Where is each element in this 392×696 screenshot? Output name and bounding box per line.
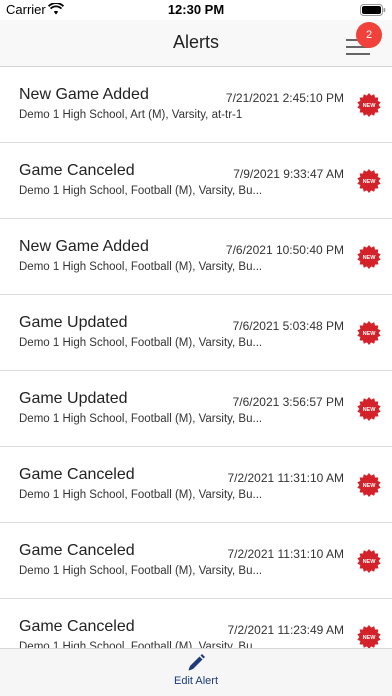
new-badge-icon: NEW (357, 93, 381, 117)
alert-row[interactable]: Game Updated 7/6/2021 3:56:57 PM Demo 1 Hi… (0, 371, 392, 447)
alert-description: Demo 1 High School, Football (M), Varsit… (19, 565, 263, 577)
new-badge-label: NEW (363, 635, 377, 641)
alert-row[interactable]: New Game Added 7/6/2021 10:50:40 PM Demo 1… (0, 219, 392, 295)
alert-date: 7/2/2021 11:31:10 AM (227, 471, 344, 485)
status-time: 12:30 PM (167, 2, 225, 17)
new-badge-label: NEW (363, 103, 377, 109)
menu-button[interactable]: 2 (338, 22, 382, 62)
new-badge-icon: NEW (357, 321, 381, 345)
new-badge-label: NEW (363, 179, 377, 185)
alert-list[interactable]: New Game Added 7/21/2021 2:45:10 PM Demo 1… (0, 67, 392, 649)
alert-date: 7/2/2021 11:31:10 AM (227, 547, 344, 561)
alert-title: Game Canceled (19, 618, 135, 635)
alert-date: 7/21/2021 2:45:10 PM (225, 91, 344, 105)
bottom-toolbar: Edit Alert (0, 648, 392, 696)
new-badge-label: NEW (363, 255, 377, 261)
new-badge-label: NEW (363, 559, 377, 565)
alert-row[interactable]: Game Canceled 7/2/2021 11:31:10 AM Demo 1 … (0, 447, 392, 523)
new-badge-icon: NEW (357, 549, 381, 573)
alert-title: New Game Added (19, 238, 149, 255)
alert-description: Demo 1 High School, Football (M), Varsit… (19, 185, 263, 197)
alert-date: 7/6/2021 3:56:57 PM (232, 395, 344, 409)
alert-row[interactable]: Game Canceled 7/2/2021 11:31:10 AM Demo 1 … (0, 523, 392, 599)
alert-title: Game Updated (19, 390, 128, 407)
edit-alert-label: Edit Alert (173, 675, 219, 687)
alert-title: Game Canceled (19, 466, 135, 483)
edit-alert-button[interactable]: Edit Alert (156, 653, 236, 693)
page-title: Alerts (172, 32, 219, 52)
alert-title: Game Canceled (19, 162, 135, 179)
alert-description: Demo 1 High School, Football (M), Varsit… (19, 261, 263, 273)
alert-date: 7/6/2021 5:03:48 PM (232, 319, 344, 333)
alert-description: Demo 1 High School, Football (M), Varsit… (19, 337, 263, 349)
alert-title: New Game Added (19, 86, 149, 103)
alert-row[interactable]: Game Canceled 7/2/2021 11:23:49 AM Demo 1 … (0, 599, 392, 649)
alert-row[interactable]: Game Updated 7/6/2021 5:03:48 PM Demo 1 Hi… (0, 295, 392, 371)
alert-row[interactable]: Game Canceled 7/9/2021 9:33:47 AM Demo 1 H… (0, 143, 392, 219)
alert-row[interactable]: New Game Added 7/21/2021 2:45:10 PM Demo 1… (0, 67, 392, 143)
alert-title: Game Canceled (19, 542, 135, 559)
alert-date: 7/2/2021 11:23:49 AM (227, 623, 344, 637)
new-badge-icon: NEW (357, 473, 381, 497)
alert-description: Demo 1 High School, Football (M), Varsit… (19, 489, 263, 501)
new-badge-label: NEW (363, 483, 377, 489)
new-badge-icon: NEW (357, 169, 381, 193)
battery-icon (360, 4, 386, 16)
new-badge-icon: NEW (357, 245, 381, 269)
alert-description: Demo 1 High School, Art (M), Varsity, at… (19, 109, 243, 121)
status-bar: Carrier 12:30 PM (0, 0, 392, 20)
new-badge-label: NEW (363, 331, 377, 337)
new-badge-icon: NEW (357, 397, 381, 421)
new-badge-label: NEW (363, 407, 377, 413)
alert-description: Demo 1 High School, Football (M), Varsit… (19, 413, 263, 425)
alert-date: 7/6/2021 10:50:40 PM (225, 243, 344, 257)
alert-title: Game Updated (19, 314, 128, 331)
new-badge-icon: NEW (357, 625, 381, 649)
alert-date: 7/9/2021 9:33:47 AM (233, 167, 344, 181)
alerts-screen: Carrier 12:30 PM Alerts 2 New Game Added… (0, 0, 392, 696)
notification-count-badge: 2 (356, 22, 382, 48)
nav-bar: Alerts 2 (0, 20, 392, 67)
pencil-icon (188, 654, 205, 671)
